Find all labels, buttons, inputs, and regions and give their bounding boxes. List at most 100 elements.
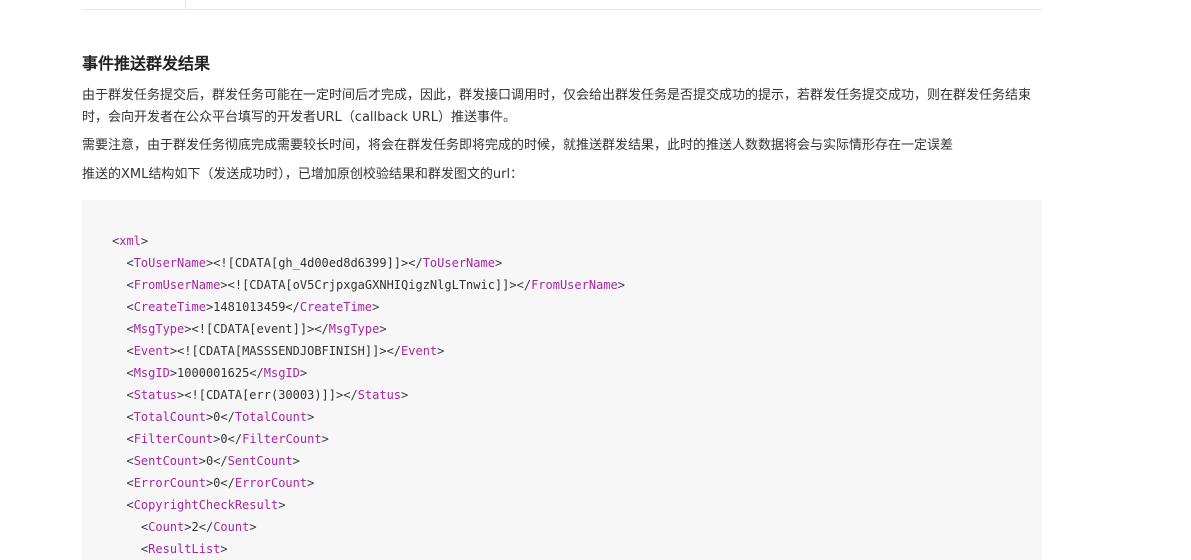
xml-closing-tag-name: MsgID bbox=[263, 366, 300, 380]
xml-code-line: <CopyrightCheckResult> bbox=[112, 494, 625, 516]
tag-bracket: > bbox=[249, 520, 257, 534]
tag-bracket: < bbox=[126, 278, 134, 292]
tag-bracket: </ bbox=[314, 322, 329, 336]
xml-tag-name: ResultList bbox=[148, 542, 221, 556]
tag-bracket: > bbox=[321, 432, 329, 446]
tag-bracket: > bbox=[220, 278, 228, 292]
tag-bracket: > bbox=[401, 388, 409, 402]
xml-closing-tag-name: Status bbox=[357, 388, 402, 402]
tag-bracket: </ bbox=[249, 366, 264, 380]
xml-closing-tag-name: Event bbox=[401, 344, 438, 358]
tag-bracket: > bbox=[169, 344, 178, 358]
tag-bracket: > bbox=[307, 476, 315, 490]
tag-bracket: > bbox=[372, 300, 380, 314]
tag-bracket: > bbox=[198, 454, 206, 468]
xml-closing-tag-name: TotalCount bbox=[234, 410, 308, 424]
xml-code-line: <FromUserName><![CDATA[oV5CrjpxgaGXNHIQi… bbox=[112, 274, 625, 296]
tag-bracket: < bbox=[126, 432, 134, 446]
tag-bracket: < bbox=[126, 476, 134, 490]
xml-code-line: <Event><![CDATA[MASSSENDJOBFINISH]]></Ev… bbox=[112, 340, 625, 362]
xml-tag-name: CreateTime bbox=[133, 300, 206, 314]
xml-tag-name: MsgID bbox=[133, 366, 170, 380]
xml-tag-value: 1000001625 bbox=[177, 366, 250, 380]
section-title: 事件推送群发结果 bbox=[82, 54, 211, 73]
tag-bracket: > bbox=[169, 366, 178, 380]
top-table-bottom-edge bbox=[82, 0, 1042, 10]
xml-tag-value: 2 bbox=[191, 520, 199, 534]
tag-bracket: > bbox=[278, 498, 286, 512]
tag-bracket: < bbox=[126, 366, 134, 380]
xml-code-line: <Count>2</Count> bbox=[112, 516, 625, 538]
tag-bracket: > bbox=[617, 278, 625, 292]
xml-tag-value: <![CDATA[oV5CrjpxgaGXNHIQigzNlgLTnwic]]> bbox=[227, 278, 517, 292]
tag-bracket: < bbox=[126, 388, 134, 402]
xml-tag-value: 1481013459 bbox=[213, 300, 286, 314]
xml-code-line: <ResultList> bbox=[112, 538, 625, 560]
tag-bracket: < bbox=[126, 344, 134, 358]
xml-code-line: <SentCount>0</SentCount> bbox=[112, 450, 625, 472]
tag-bracket: </ bbox=[213, 454, 228, 468]
xml-code-lines: <xml> <ToUserName><![CDATA[gh_4d00ed8d63… bbox=[112, 230, 625, 560]
tag-bracket: </ bbox=[343, 388, 358, 402]
xml-tag-value: <![CDATA[err(30003)]]> bbox=[184, 388, 344, 402]
xml-code-line: <Status><![CDATA[err(30003)]]></Status> bbox=[112, 384, 625, 406]
tag-bracket: </ bbox=[220, 410, 235, 424]
xml-code-line: <FilterCount>0</FilterCount> bbox=[112, 428, 625, 450]
tag-bracket: > bbox=[220, 542, 228, 556]
xml-tag-value: 0 bbox=[220, 432, 228, 446]
xml-code-line: <ErrorCount>0</ErrorCount> bbox=[112, 472, 625, 494]
tag-bracket: > bbox=[494, 256, 503, 270]
tag-bracket: </ bbox=[386, 344, 402, 358]
xml-tag-name: Event bbox=[133, 344, 170, 358]
tag-bracket: </ bbox=[285, 300, 300, 314]
tag-bracket: > bbox=[299, 366, 308, 380]
xml-code-line: <MsgType><![CDATA[event]]></MsgType> bbox=[112, 318, 625, 340]
tag-bracket: </ bbox=[198, 520, 214, 534]
xml-tag-name: Status bbox=[133, 388, 178, 402]
intro-paragraph: 由于群发任务提交后，群发任务可能在一定时间后才完成，因此，群发接口调用时，仅会给… bbox=[82, 88, 1032, 125]
xml-tag-value: <![CDATA[gh_4d00ed8d6399]]> bbox=[213, 256, 409, 270]
xml-structure-paragraph: 推送的XML结构如下（发送成功时），已增加原创校验结果和群发图文的url： bbox=[82, 167, 524, 182]
xml-closing-tag-name: ToUserName bbox=[422, 256, 495, 270]
tag-bracket: </ bbox=[408, 256, 423, 270]
xml-tag-name: xml bbox=[119, 234, 141, 248]
xml-tag-name: MsgType bbox=[133, 322, 185, 336]
tag-bracket: > bbox=[307, 410, 315, 424]
tag-bracket: > bbox=[184, 520, 192, 534]
xml-tag-value: <![CDATA[event]]> bbox=[191, 322, 315, 336]
xml-closing-tag-name: SentCount bbox=[227, 454, 293, 468]
xml-code-line: <ToUserName><![CDATA[gh_4d00ed8d6399]]><… bbox=[112, 252, 625, 274]
tag-bracket: > bbox=[292, 454, 300, 468]
note-paragraph: 需要注意，由于群发任务彻底完成需要较长时间，将会在群发任务即将完成的时候，就推送… bbox=[82, 138, 954, 153]
tag-bracket: > bbox=[140, 234, 149, 248]
xml-closing-tag-name: MsgType bbox=[328, 322, 380, 336]
xml-tag-name: TotalCount bbox=[133, 410, 206, 424]
xml-code-line: <MsgID>1000001625</MsgID> bbox=[112, 362, 625, 384]
xml-code-block: <xml> <ToUserName><![CDATA[gh_4d00ed8d63… bbox=[82, 200, 1042, 560]
tag-bracket: > bbox=[379, 322, 387, 336]
tag-bracket: </ bbox=[220, 476, 235, 490]
xml-tag-value: <![CDATA[MASSSENDJOBFINISH]]> bbox=[177, 344, 387, 358]
table-column-divider bbox=[185, 0, 186, 9]
tag-bracket: </ bbox=[227, 432, 243, 446]
tag-bracket: < bbox=[126, 454, 134, 468]
xml-tag-name: Count bbox=[148, 520, 185, 534]
xml-closing-tag-name: Count bbox=[213, 520, 250, 534]
tag-bracket: </ bbox=[516, 278, 532, 292]
xml-code-line: <xml> bbox=[112, 230, 625, 252]
tag-bracket: < bbox=[126, 498, 134, 512]
